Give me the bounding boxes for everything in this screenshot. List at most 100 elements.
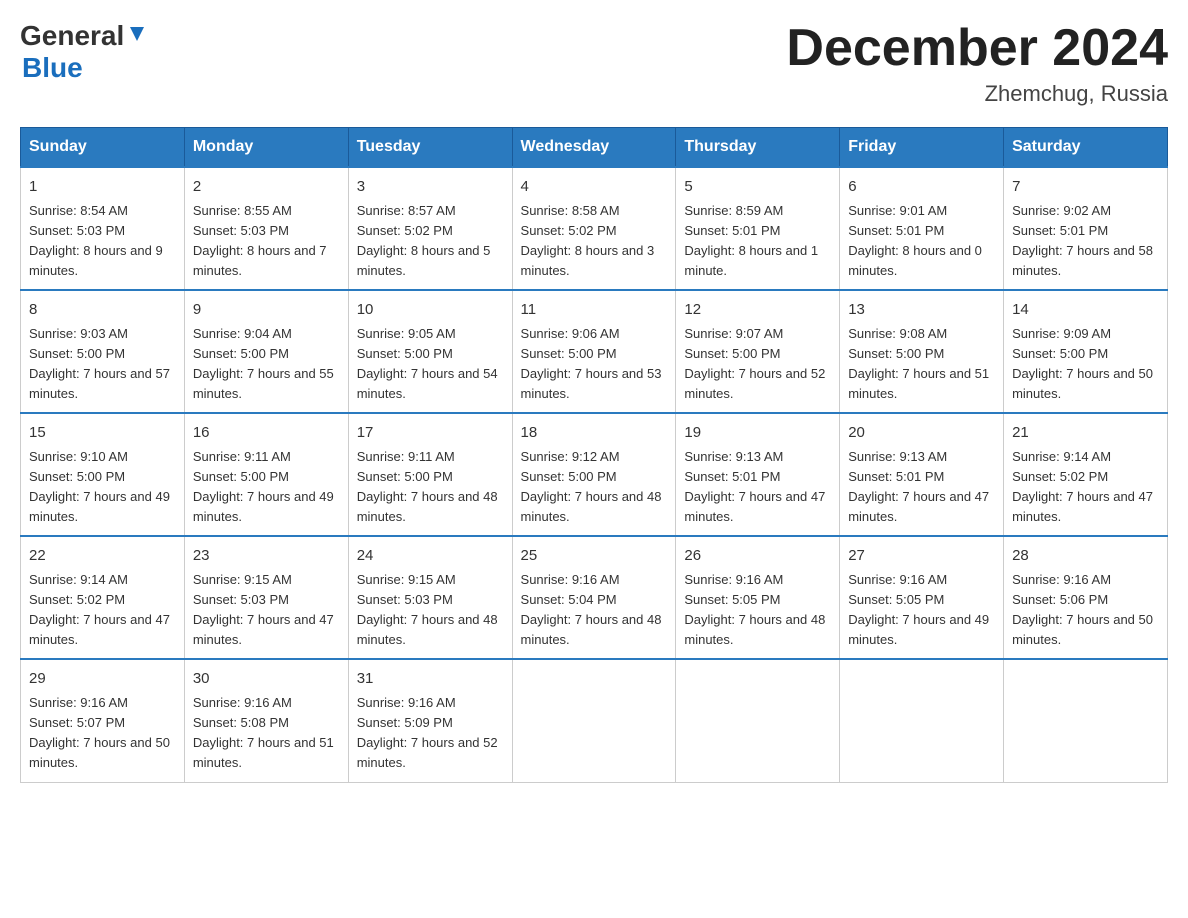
- calendar-day-cell: 18 Sunrise: 9:12 AM Sunset: 5:00 PM Dayl…: [512, 413, 676, 536]
- day-info: Sunrise: 9:10 AM Sunset: 5:00 PM Dayligh…: [29, 447, 176, 528]
- day-number: 7: [1012, 176, 1159, 199]
- day-number: 26: [684, 545, 831, 568]
- header-wednesday: Wednesday: [512, 128, 676, 168]
- day-number: 3: [357, 176, 504, 199]
- calendar-day-cell: 22 Sunrise: 9:14 AM Sunset: 5:02 PM Dayl…: [21, 536, 185, 659]
- day-info: Sunrise: 9:12 AM Sunset: 5:00 PM Dayligh…: [521, 447, 668, 528]
- day-info: Sunrise: 9:13 AM Sunset: 5:01 PM Dayligh…: [684, 447, 831, 528]
- day-info: Sunrise: 9:09 AM Sunset: 5:00 PM Dayligh…: [1012, 324, 1159, 405]
- day-number: 21: [1012, 422, 1159, 445]
- day-info: Sunrise: 8:55 AM Sunset: 5:03 PM Dayligh…: [193, 201, 340, 282]
- day-info: Sunrise: 9:05 AM Sunset: 5:00 PM Dayligh…: [357, 324, 504, 405]
- calendar-day-cell: 16 Sunrise: 9:11 AM Sunset: 5:00 PM Dayl…: [184, 413, 348, 536]
- day-number: 9: [193, 299, 340, 322]
- day-number: 18: [521, 422, 668, 445]
- calendar-day-cell: 23 Sunrise: 9:15 AM Sunset: 5:03 PM Dayl…: [184, 536, 348, 659]
- logo-arrow-icon: [126, 23, 148, 45]
- calendar-day-cell: 6 Sunrise: 9:01 AM Sunset: 5:01 PM Dayli…: [840, 167, 1004, 290]
- calendar-day-cell: [840, 659, 1004, 782]
- calendar-day-cell: 30 Sunrise: 9:16 AM Sunset: 5:08 PM Dayl…: [184, 659, 348, 782]
- day-info: Sunrise: 9:11 AM Sunset: 5:00 PM Dayligh…: [193, 447, 340, 528]
- day-number: 1: [29, 176, 176, 199]
- calendar-day-cell: 19 Sunrise: 9:13 AM Sunset: 5:01 PM Dayl…: [676, 413, 840, 536]
- day-number: 11: [521, 299, 668, 322]
- calendar-day-cell: 12 Sunrise: 9:07 AM Sunset: 5:00 PM Dayl…: [676, 290, 840, 413]
- logo-blue-text: Blue: [22, 52, 83, 83]
- calendar-day-cell: 24 Sunrise: 9:15 AM Sunset: 5:03 PM Dayl…: [348, 536, 512, 659]
- header-saturday: Saturday: [1004, 128, 1168, 168]
- calendar-day-cell: 14 Sunrise: 9:09 AM Sunset: 5:00 PM Dayl…: [1004, 290, 1168, 413]
- day-info: Sunrise: 9:14 AM Sunset: 5:02 PM Dayligh…: [1012, 447, 1159, 528]
- day-info: Sunrise: 8:59 AM Sunset: 5:01 PM Dayligh…: [684, 201, 831, 282]
- calendar-day-cell: 15 Sunrise: 9:10 AM Sunset: 5:00 PM Dayl…: [21, 413, 185, 536]
- day-info: Sunrise: 9:01 AM Sunset: 5:01 PM Dayligh…: [848, 201, 995, 282]
- day-number: 4: [521, 176, 668, 199]
- day-info: Sunrise: 9:13 AM Sunset: 5:01 PM Dayligh…: [848, 447, 995, 528]
- day-info: Sunrise: 9:14 AM Sunset: 5:02 PM Dayligh…: [29, 570, 176, 651]
- header-sunday: Sunday: [21, 128, 185, 168]
- day-info: Sunrise: 9:04 AM Sunset: 5:00 PM Dayligh…: [193, 324, 340, 405]
- day-info: Sunrise: 9:16 AM Sunset: 5:06 PM Dayligh…: [1012, 570, 1159, 651]
- header-friday: Friday: [840, 128, 1004, 168]
- calendar-day-cell: 17 Sunrise: 9:11 AM Sunset: 5:00 PM Dayl…: [348, 413, 512, 536]
- calendar-day-cell: 11 Sunrise: 9:06 AM Sunset: 5:00 PM Dayl…: [512, 290, 676, 413]
- day-info: Sunrise: 9:02 AM Sunset: 5:01 PM Dayligh…: [1012, 201, 1159, 282]
- calendar-day-cell: 8 Sunrise: 9:03 AM Sunset: 5:00 PM Dayli…: [21, 290, 185, 413]
- day-info: Sunrise: 9:06 AM Sunset: 5:00 PM Dayligh…: [521, 324, 668, 405]
- day-info: Sunrise: 9:16 AM Sunset: 5:05 PM Dayligh…: [684, 570, 831, 651]
- calendar-day-cell: [676, 659, 840, 782]
- calendar-day-cell: 25 Sunrise: 9:16 AM Sunset: 5:04 PM Dayl…: [512, 536, 676, 659]
- day-info: Sunrise: 9:16 AM Sunset: 5:05 PM Dayligh…: [848, 570, 995, 651]
- calendar-day-cell: 21 Sunrise: 9:14 AM Sunset: 5:02 PM Dayl…: [1004, 413, 1168, 536]
- calendar-day-cell: 1 Sunrise: 8:54 AM Sunset: 5:03 PM Dayli…: [21, 167, 185, 290]
- calendar-day-cell: 29 Sunrise: 9:16 AM Sunset: 5:07 PM Dayl…: [21, 659, 185, 782]
- calendar-week-row: 29 Sunrise: 9:16 AM Sunset: 5:07 PM Dayl…: [21, 659, 1168, 782]
- day-number: 23: [193, 545, 340, 568]
- location-title: Zhemchug, Russia: [786, 81, 1168, 107]
- calendar-day-cell: 26 Sunrise: 9:16 AM Sunset: 5:05 PM Dayl…: [676, 536, 840, 659]
- header-monday: Monday: [184, 128, 348, 168]
- day-number: 28: [1012, 545, 1159, 568]
- day-number: 20: [848, 422, 995, 445]
- calendar-day-cell: 27 Sunrise: 9:16 AM Sunset: 5:05 PM Dayl…: [840, 536, 1004, 659]
- day-number: 5: [684, 176, 831, 199]
- day-number: 14: [1012, 299, 1159, 322]
- calendar-day-cell: 9 Sunrise: 9:04 AM Sunset: 5:00 PM Dayli…: [184, 290, 348, 413]
- calendar-table: Sunday Monday Tuesday Wednesday Thursday…: [20, 127, 1168, 782]
- calendar-day-cell: 4 Sunrise: 8:58 AM Sunset: 5:02 PM Dayli…: [512, 167, 676, 290]
- day-number: 25: [521, 545, 668, 568]
- logo: General Blue: [20, 20, 148, 84]
- calendar-day-cell: 13 Sunrise: 9:08 AM Sunset: 5:00 PM Dayl…: [840, 290, 1004, 413]
- day-number: 30: [193, 668, 340, 691]
- day-number: 29: [29, 668, 176, 691]
- day-number: 15: [29, 422, 176, 445]
- day-info: Sunrise: 8:54 AM Sunset: 5:03 PM Dayligh…: [29, 201, 176, 282]
- day-number: 2: [193, 176, 340, 199]
- day-number: 27: [848, 545, 995, 568]
- calendar-day-cell: 3 Sunrise: 8:57 AM Sunset: 5:02 PM Dayli…: [348, 167, 512, 290]
- day-info: Sunrise: 9:16 AM Sunset: 5:04 PM Dayligh…: [521, 570, 668, 651]
- day-info: Sunrise: 9:08 AM Sunset: 5:00 PM Dayligh…: [848, 324, 995, 405]
- calendar-day-cell: 2 Sunrise: 8:55 AM Sunset: 5:03 PM Dayli…: [184, 167, 348, 290]
- day-number: 22: [29, 545, 176, 568]
- day-number: 16: [193, 422, 340, 445]
- calendar-day-cell: 10 Sunrise: 9:05 AM Sunset: 5:00 PM Dayl…: [348, 290, 512, 413]
- day-number: 12: [684, 299, 831, 322]
- day-number: 17: [357, 422, 504, 445]
- day-info: Sunrise: 9:16 AM Sunset: 5:07 PM Dayligh…: [29, 693, 176, 774]
- calendar-day-cell: 7 Sunrise: 9:02 AM Sunset: 5:01 PM Dayli…: [1004, 167, 1168, 290]
- day-info: Sunrise: 9:03 AM Sunset: 5:00 PM Dayligh…: [29, 324, 176, 405]
- header-thursday: Thursday: [676, 128, 840, 168]
- day-info: Sunrise: 9:07 AM Sunset: 5:00 PM Dayligh…: [684, 324, 831, 405]
- day-info: Sunrise: 8:57 AM Sunset: 5:02 PM Dayligh…: [357, 201, 504, 282]
- day-info: Sunrise: 9:15 AM Sunset: 5:03 PM Dayligh…: [193, 570, 340, 651]
- day-info: Sunrise: 9:16 AM Sunset: 5:09 PM Dayligh…: [357, 693, 504, 774]
- day-number: 24: [357, 545, 504, 568]
- day-info: Sunrise: 9:15 AM Sunset: 5:03 PM Dayligh…: [357, 570, 504, 651]
- day-info: Sunrise: 9:16 AM Sunset: 5:08 PM Dayligh…: [193, 693, 340, 774]
- calendar-day-cell: 20 Sunrise: 9:13 AM Sunset: 5:01 PM Dayl…: [840, 413, 1004, 536]
- day-number: 10: [357, 299, 504, 322]
- calendar-week-row: 22 Sunrise: 9:14 AM Sunset: 5:02 PM Dayl…: [21, 536, 1168, 659]
- calendar-day-cell: [512, 659, 676, 782]
- day-number: 31: [357, 668, 504, 691]
